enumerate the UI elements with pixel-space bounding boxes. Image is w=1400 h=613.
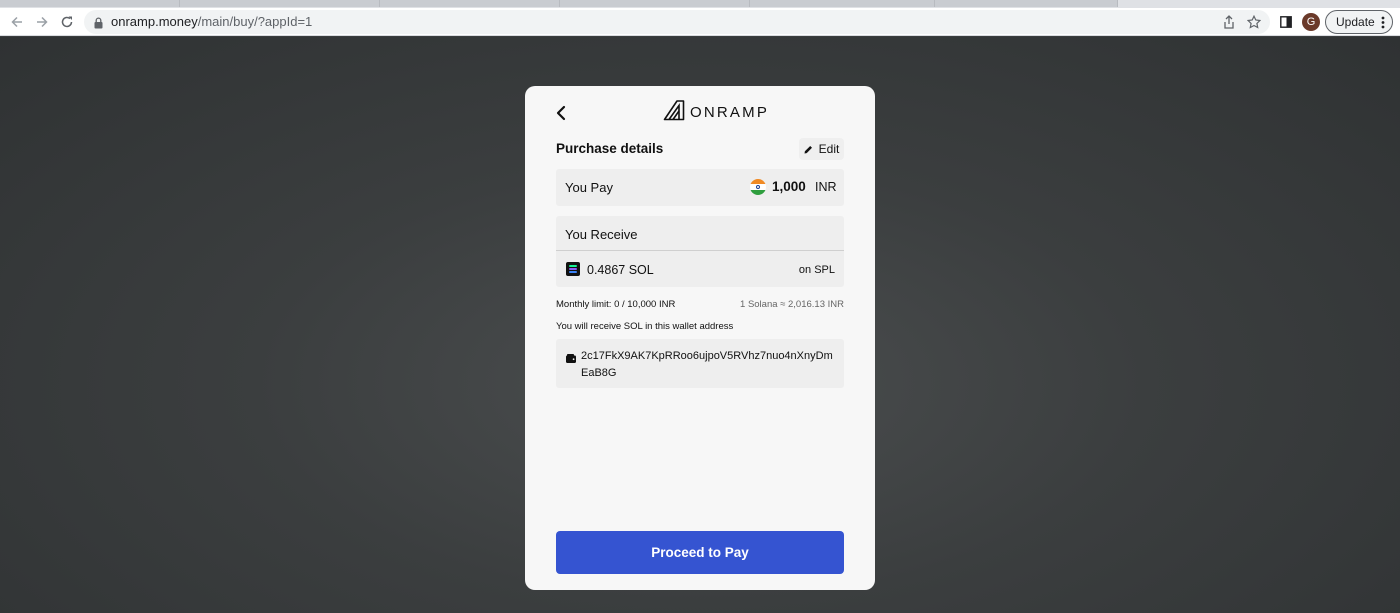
update-button[interactable]: Update xyxy=(1325,10,1393,34)
avatar-letter: G xyxy=(1302,13,1320,31)
tab[interactable] xyxy=(560,0,750,7)
tab[interactable] xyxy=(935,0,1118,7)
you-pay-label: You Pay xyxy=(565,180,613,195)
india-flag-icon xyxy=(750,179,766,195)
monthly-limit: Monthly limit: 0 / 10,000 INR xyxy=(556,299,676,310)
browser-toolbar: onramp.money/main/buy/?appId=1 G Update xyxy=(0,8,1400,36)
lock-icon xyxy=(94,16,103,34)
bookmark-star-icon[interactable] xyxy=(1246,14,1262,30)
proceed-label: Proceed to Pay xyxy=(651,545,749,560)
onramp-logo-icon xyxy=(663,99,685,126)
receive-amount: 0.4867 SOL xyxy=(587,263,654,277)
chevron-left-icon[interactable] xyxy=(553,103,569,123)
tab[interactable] xyxy=(380,0,560,7)
wallet-address: 2c17FkX9AK7KpRRoo6ujpoV5RVhz7nuo4nXnyDmE… xyxy=(581,350,833,379)
url-text: onramp.money/main/buy/?appId=1 xyxy=(111,14,313,29)
you-receive-row[interactable]: 0.4867 SOL on SPL xyxy=(556,251,844,287)
exchange-rate: 1 Solana ≈ 2,016.13 INR xyxy=(740,299,844,310)
you-receive-header: You Receive xyxy=(556,216,844,251)
tab[interactable] xyxy=(750,0,935,7)
edit-button[interactable]: Edit xyxy=(799,138,844,160)
you-receive-label: You Receive xyxy=(565,227,638,242)
wallet-caption: You will receive SOL in this wallet addr… xyxy=(556,321,734,332)
address-bar[interactable]: onramp.money/main/buy/?appId=1 xyxy=(84,10,1270,34)
solana-icon xyxy=(566,262,580,276)
side-panel-icon[interactable] xyxy=(1278,11,1294,33)
pay-currency: INR xyxy=(815,180,837,194)
edit-label: Edit xyxy=(818,142,840,156)
back-arrow-icon[interactable] xyxy=(6,11,28,33)
tab-strip xyxy=(0,0,1400,8)
share-icon[interactable] xyxy=(1221,14,1237,30)
wallet-address-box[interactable]: 2c17FkX9AK7KpRRoo6ujpoV5RVhz7nuo4nXnyDmE… xyxy=(556,339,844,388)
proceed-to-pay-button[interactable]: Proceed to Pay xyxy=(556,531,844,574)
buy-widget-card: ONRAMP Purchase details Edit You Pay 1,0… xyxy=(525,86,875,590)
update-label: Update xyxy=(1336,15,1375,29)
reload-icon[interactable] xyxy=(56,11,78,33)
you-pay-row[interactable]: You Pay 1,000 INR xyxy=(556,169,844,206)
section-title: Purchase details xyxy=(556,141,664,156)
menu-dots-icon[interactable] xyxy=(1381,16,1385,32)
receive-network: on SPL xyxy=(798,264,835,276)
tab[interactable] xyxy=(180,0,380,7)
pay-amount: 1,000 xyxy=(772,179,806,194)
logo-text: ONRAMP xyxy=(690,103,770,121)
onramp-logo: ONRAMP xyxy=(663,99,770,126)
tab[interactable] xyxy=(0,0,180,7)
avatar[interactable]: G xyxy=(1302,11,1320,33)
pencil-icon xyxy=(804,145,812,153)
forward-arrow-icon[interactable] xyxy=(31,11,53,33)
wallet-icon xyxy=(566,350,576,368)
